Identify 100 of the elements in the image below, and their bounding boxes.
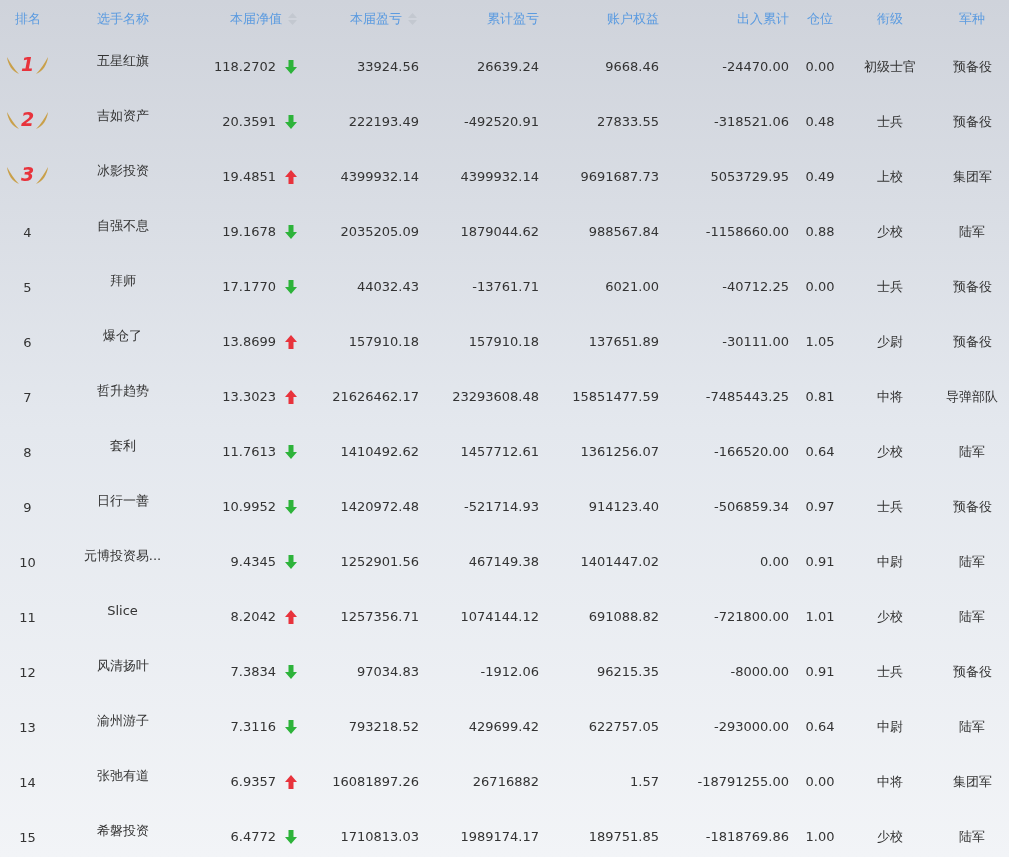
position-ratio: 0.91 [805, 552, 835, 571]
net-value: 17.1770 [222, 277, 276, 296]
cumulative-profit-loss: 1989174.17 [460, 827, 539, 846]
military-rank: 士兵 [877, 277, 903, 296]
medal-badge: 2 [5, 105, 50, 134]
service-branch: 预备役 [952, 332, 992, 351]
account-equity: 1401447.02 [580, 552, 659, 571]
net-value: 10.9952 [222, 497, 276, 516]
position-ratio: 0.00 [805, 57, 835, 76]
profit-loss: 157910.18 [348, 332, 419, 351]
column-header: 仓位 [807, 9, 833, 28]
position-ratio: 0.00 [805, 277, 835, 296]
profit-loss: 21626462.17 [332, 387, 419, 406]
profit-loss: 793218.52 [348, 717, 419, 736]
service-branch: 导弹部队 [946, 387, 998, 406]
cumulative-flow: -18791255.00 [697, 772, 789, 791]
account-equity: 1.57 [630, 772, 659, 791]
player-name: 渝州游子 [96, 711, 149, 730]
net-value: 19.4851 [222, 167, 276, 186]
profit-loss: 1257356.71 [340, 607, 419, 626]
military-rank: 上校 [877, 167, 903, 186]
position-ratio: 0.88 [805, 222, 835, 241]
player-name: Slice [107, 601, 138, 620]
cumulative-profit-loss: -521714.93 [464, 497, 539, 516]
service-branch: 陆军 [959, 717, 985, 736]
cumulative-profit-loss: -492520.91 [464, 112, 539, 131]
military-rank: 少校 [877, 442, 903, 461]
column-header[interactable]: 本届净值 [230, 8, 297, 29]
cumulative-flow: 0.00 [760, 552, 789, 571]
net-value: 8.2042 [230, 607, 276, 626]
cumulative-profit-loss: 1457712.61 [460, 442, 539, 461]
player-name: 张弛有道 [96, 766, 149, 785]
net-value: 118.2702 [213, 57, 276, 76]
account-equity: 15851477.59 [572, 387, 659, 406]
position-ratio: 1.00 [805, 827, 835, 846]
cumulative-flow: 5053729.95 [710, 167, 789, 186]
cumulative-flow: -721800.00 [714, 607, 789, 626]
military-rank: 少校 [877, 607, 903, 626]
rank-number: 15 [19, 828, 36, 847]
rank-number: 10 [19, 553, 36, 572]
rank-number: 4 [23, 223, 32, 242]
cumulative-profit-loss: 4399932.14 [460, 167, 539, 186]
rank-number: 13 [19, 718, 36, 737]
cumulative-flow: -8000.00 [730, 662, 789, 681]
rank-number: 12 [19, 663, 36, 682]
column-header: 排名 [14, 9, 41, 28]
military-rank: 少校 [877, 222, 903, 241]
military-rank: 士兵 [877, 662, 903, 681]
player-name: 五星红旗 [96, 51, 149, 70]
column-header: 选手名称 [96, 9, 149, 28]
cumulative-profit-loss: 157910.18 [468, 332, 539, 351]
player-name: 爆仓了 [103, 326, 142, 345]
service-branch: 集团军 [952, 167, 992, 186]
profit-loss: 44032.43 [356, 277, 419, 296]
profit-loss: 1420972.48 [340, 497, 419, 516]
cumulative-flow: -1818769.86 [705, 827, 789, 846]
military-rank: 初级士官 [864, 57, 916, 76]
account-equity: 9691687.73 [580, 167, 659, 186]
service-branch: 集团军 [952, 772, 992, 791]
net-value: 9.4345 [230, 552, 276, 571]
service-branch: 陆军 [959, 827, 985, 846]
military-rank: 中将 [877, 772, 903, 791]
player-name: 套利 [109, 436, 136, 455]
player-name: 吉如资产 [96, 106, 149, 125]
position-ratio: 0.97 [805, 497, 835, 516]
player-name: 希磐投资 [96, 821, 149, 840]
military-rank: 少尉 [877, 332, 903, 351]
medal-badge: 3 [5, 160, 50, 189]
military-rank: 中尉 [877, 552, 903, 571]
account-equity: 27833.55 [596, 112, 659, 131]
cumulative-flow: -30111.00 [722, 332, 789, 351]
service-branch: 预备役 [952, 662, 992, 681]
position-ratio: 0.64 [805, 717, 835, 736]
player-name: 哲升趋势 [96, 381, 149, 400]
player-name: 自强不息 [96, 216, 149, 235]
position-ratio: 0.64 [805, 442, 835, 461]
net-value: 19.1678 [222, 222, 276, 241]
service-branch: 预备役 [952, 57, 992, 76]
cumulative-flow: -7485443.25 [705, 387, 789, 406]
player-name: 拜师 [109, 271, 136, 290]
account-equity: 6021.00 [605, 277, 659, 296]
cumulative-profit-loss: 26639.24 [476, 57, 539, 76]
service-branch: 陆军 [959, 222, 985, 241]
position-ratio: 0.00 [805, 772, 835, 791]
rank-number: 6 [23, 333, 32, 352]
cumulative-flow: -1158660.00 [705, 222, 789, 241]
profit-loss: 222193.49 [348, 112, 419, 131]
column-header: 累计盈亏 [487, 9, 539, 28]
cumulative-profit-loss: 1879044.62 [460, 222, 539, 241]
profit-loss: 16081897.26 [332, 772, 419, 791]
column-header[interactable]: 本届盈亏 [350, 8, 417, 29]
cumulative-profit-loss: 467149.38 [468, 552, 539, 571]
cumulative-profit-loss: 1074144.12 [460, 607, 539, 626]
cumulative-profit-loss: 23293608.48 [452, 387, 539, 406]
net-value: 7.3834 [230, 662, 276, 681]
column-header: 账户权益 [607, 9, 659, 28]
rank-number: 8 [23, 443, 32, 462]
profit-loss: 33924.56 [356, 57, 419, 76]
account-equity: 691088.82 [588, 607, 659, 626]
service-branch: 陆军 [959, 442, 985, 461]
